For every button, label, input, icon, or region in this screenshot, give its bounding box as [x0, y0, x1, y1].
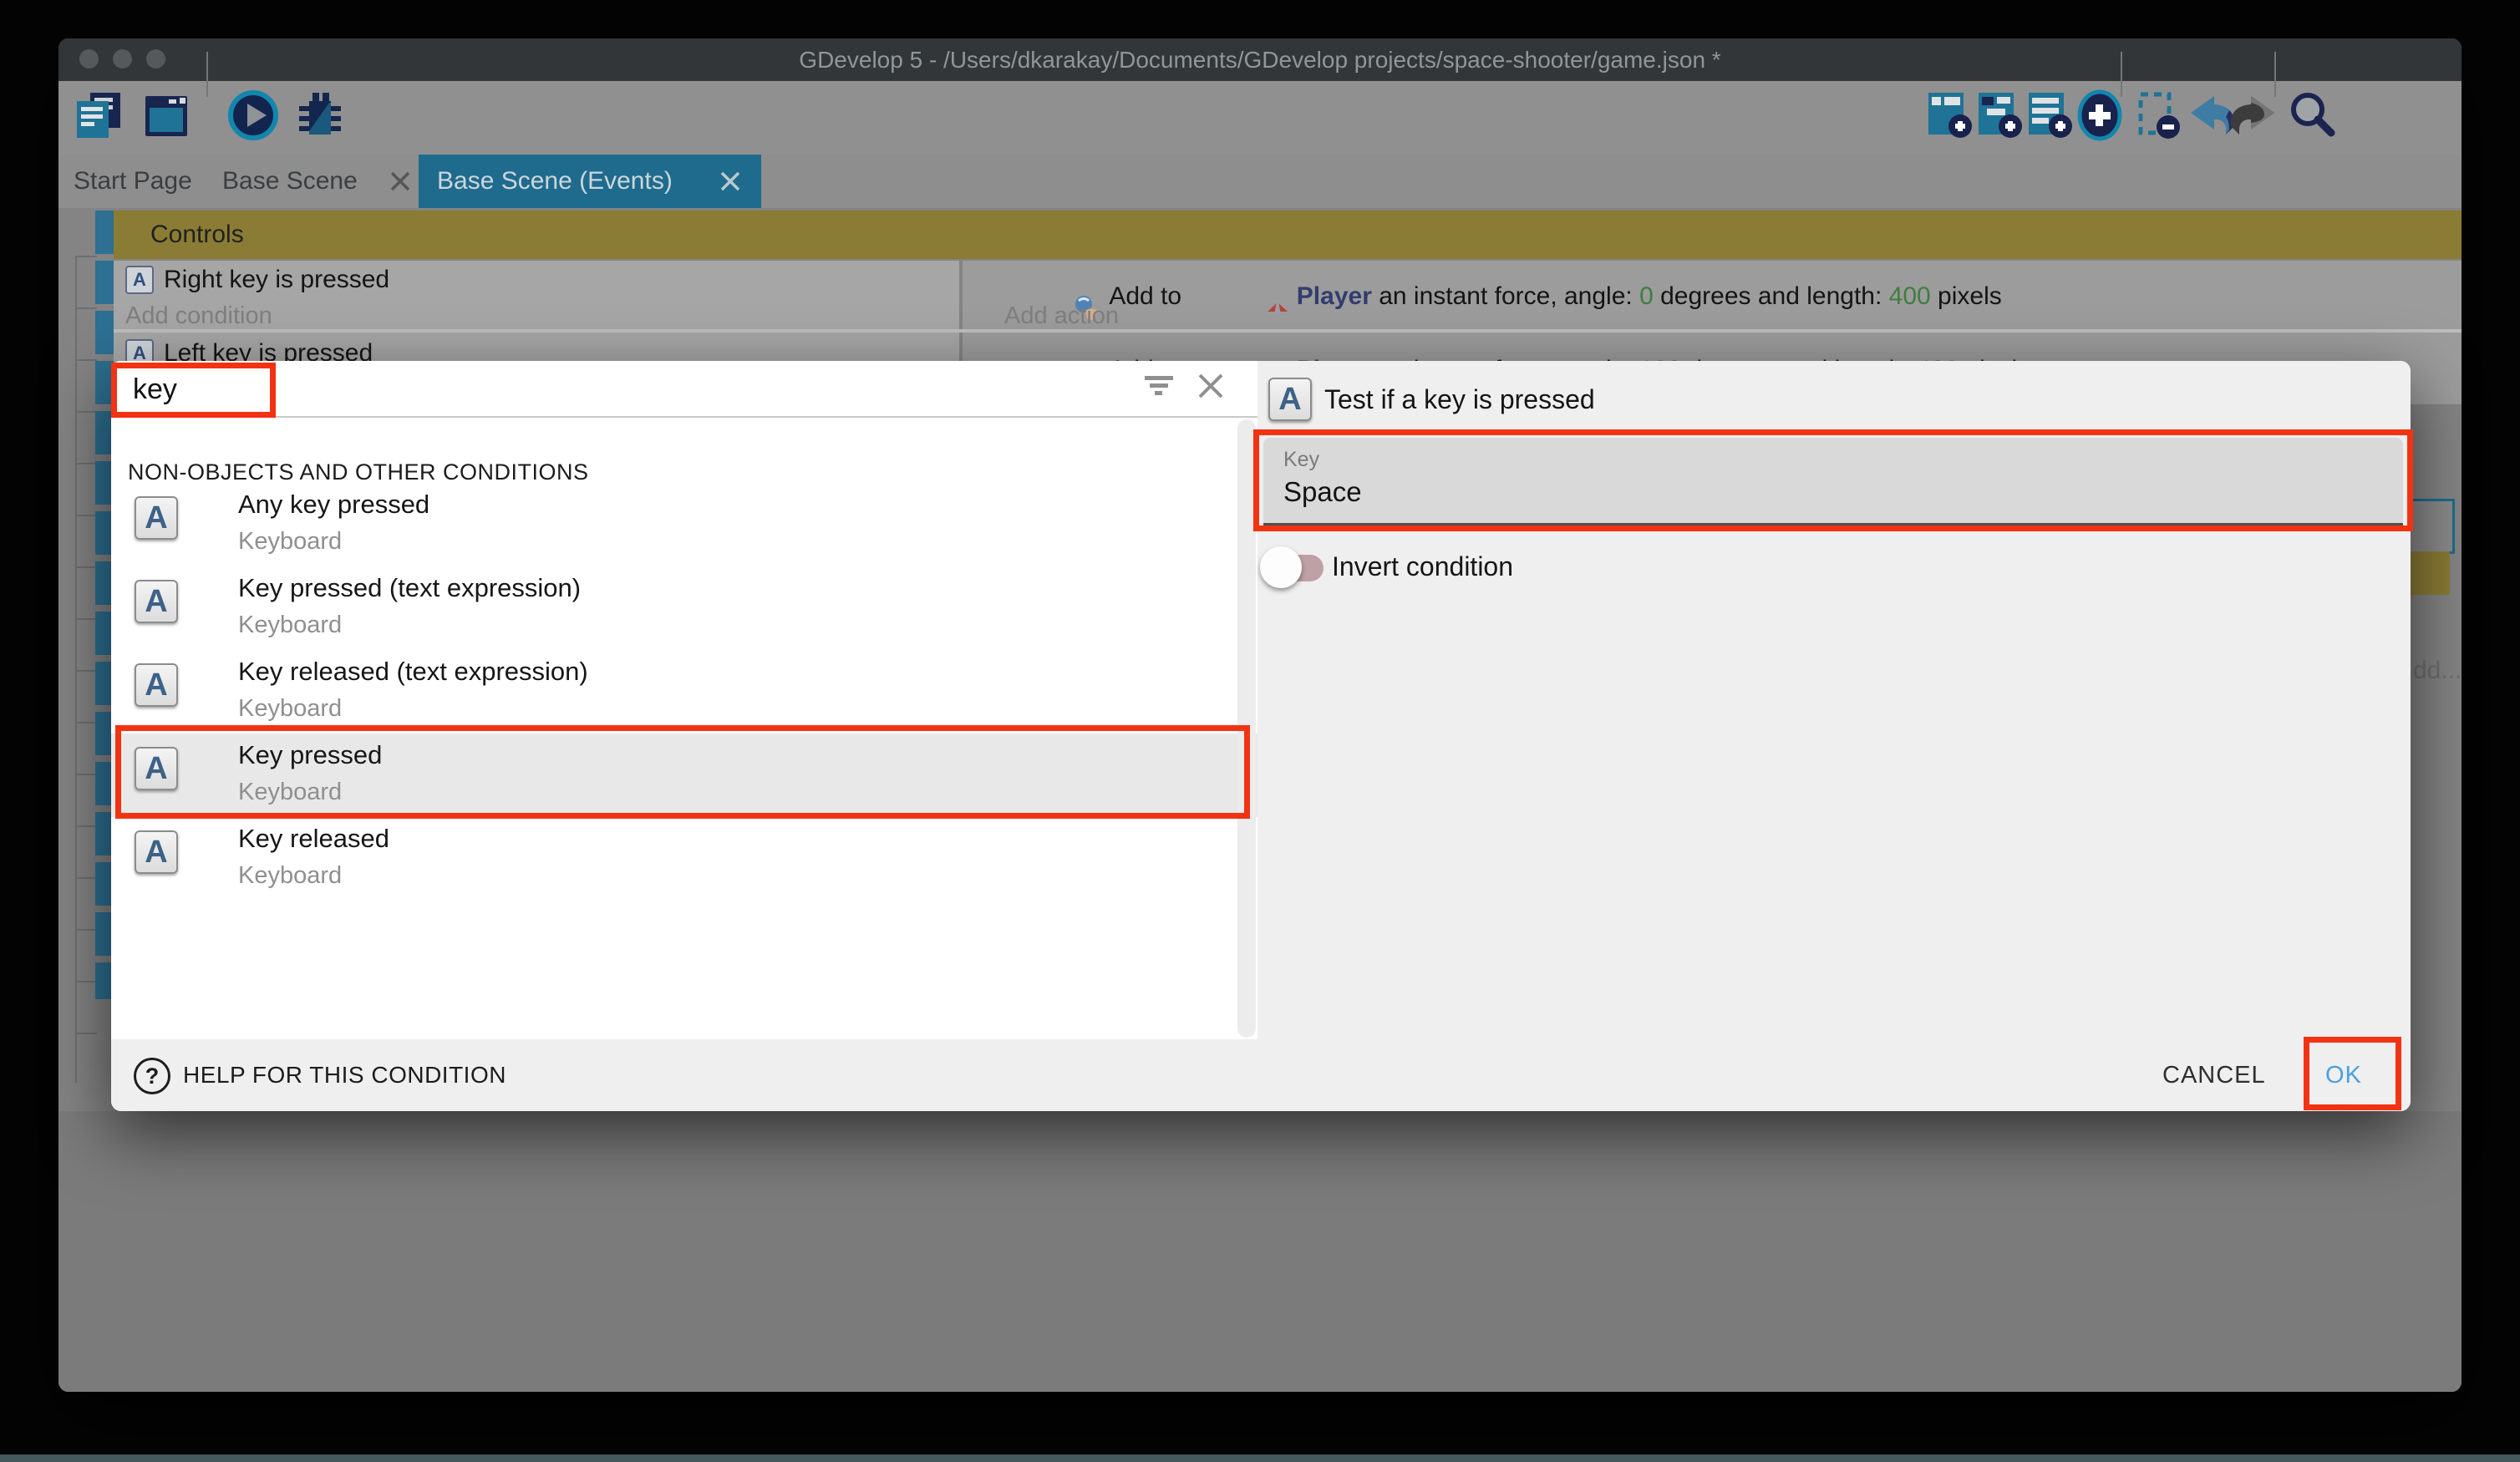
list-item-any-key-pressed[interactable]: A Any key pressed Keyboard: [111, 483, 1257, 566]
toolbar-divider: [206, 52, 208, 97]
toolbar-divider: [2121, 52, 2122, 97]
help-link[interactable]: HELP FOR THIS CONDITION: [183, 1062, 506, 1089]
list-item-subtitle: Keyboard: [238, 862, 342, 890]
window-title: GDevelop 5 - /Users/dkarakay/Documents/G…: [58, 38, 2462, 81]
condition-list-panel: NON-OBJECTS AND OTHER CONDITIONS A Any k…: [111, 361, 1257, 1039]
close-tab-icon[interactable]: [388, 169, 413, 194]
scene-editor-icon: [139, 88, 194, 147]
keyboard-icon: A: [135, 580, 178, 623]
list-item-key-pressed-text-expression[interactable]: A Key pressed (text expression) Keyboard: [111, 566, 1257, 650]
debug-button[interactable]: [291, 88, 349, 146]
action-suffix: pixels: [1931, 282, 2002, 311]
list-item-key-released-text-expression[interactable]: A Key released (text expression) Keyboar…: [111, 650, 1257, 734]
search-button[interactable]: [2283, 88, 2341, 146]
annotation-box-key-field: [1253, 429, 2413, 531]
event-action-cell: Add to Player an instant force, angle: 0…: [963, 261, 2462, 329]
action-object: Player: [1297, 282, 1372, 311]
action-mid1: an instant force, angle:: [1372, 282, 1639, 311]
add-circle-icon: [2072, 88, 2127, 147]
list-item-subtitle: Keyboard: [238, 612, 342, 639]
redo-icon: [2229, 88, 2284, 147]
annotation-box-ok: [2304, 1037, 2401, 1110]
condition-title: Test if a key is pressed: [1324, 384, 1595, 415]
close-tab-icon[interactable]: [718, 169, 743, 194]
list-item-title: Key released: [238, 824, 389, 854]
event-group-label: Controls: [150, 211, 244, 259]
add-condition-link[interactable]: Add condition: [125, 302, 272, 330]
action-mid2: degrees and length:: [1654, 282, 1889, 311]
redo-button[interactable]: [2228, 88, 2286, 146]
tab-base-scene[interactable]: Base Scene: [222, 155, 413, 208]
project-manager-button[interactable]: [70, 88, 129, 146]
tab-label: Base Scene (Events): [437, 155, 673, 208]
search-icon: [2284, 88, 2340, 147]
list-item-title: Key released (text expression): [238, 657, 588, 687]
desktop-edge: [0, 1454, 2520, 1462]
list-item-subtitle: Keyboard: [238, 695, 342, 723]
play-button[interactable]: [224, 88, 282, 146]
add-action-link[interactable]: Add action: [1004, 302, 1119, 330]
cancel-button[interactable]: CANCEL: [2162, 1062, 2266, 1089]
toolbar-divider: [2274, 52, 2276, 97]
debug-icon: [292, 88, 348, 147]
play-icon: [226, 88, 281, 147]
keyboard-icon: A: [135, 663, 178, 707]
keyboard-icon: A: [125, 266, 154, 294]
scene-editor-button[interactable]: [137, 88, 196, 146]
tab-label: Start Page: [74, 167, 192, 195]
dialog-footer: ? HELP FOR THIS CONDITION CANCEL OK: [111, 1039, 2411, 1111]
event-condition-cell: A Right key is pressed Add condition: [114, 261, 959, 329]
annotation-box-key-pressed: [115, 725, 1250, 819]
screen: GDevelop 5 - /Users/dkarakay/Documents/G…: [0, 0, 2520, 1462]
events-sheet-empty-area: [58, 1111, 2462, 1392]
toggle-thumb[interactable]: [1260, 546, 1302, 588]
search-bar: [111, 361, 1257, 418]
action-line[interactable]: Add to Player an instant force, angle: 0…: [1004, 266, 2002, 327]
keyboard-icon: A: [135, 496, 178, 540]
invert-condition-label: Invert condition: [1332, 551, 1513, 582]
minimize-window-button[interactable]: [113, 49, 132, 69]
close-icon: [1195, 370, 1227, 406]
list-item-title: Any key pressed: [238, 490, 429, 520]
action-angle: 0: [1639, 282, 1654, 311]
player-object-icon: [1195, 267, 1289, 327]
condition-line[interactable]: A Right key is pressed: [125, 266, 389, 294]
event-group-header[interactable]: Controls: [114, 211, 2462, 259]
close-dialog-button[interactable]: [1192, 369, 1229, 406]
filter-icon: [1143, 373, 1175, 404]
annotation-box-search: [111, 363, 276, 418]
truncated-add-link: dd...: [2413, 657, 2462, 685]
filter-button[interactable]: [1141, 369, 1177, 406]
action-length: 400: [1889, 282, 1931, 311]
close-window-button[interactable]: [79, 49, 99, 69]
tab-base-scene-events[interactable]: Base Scene (Events): [419, 155, 761, 208]
keyboard-icon: A: [135, 830, 178, 874]
condition-text: Right key is pressed: [164, 266, 389, 294]
event-tree-lines: [75, 256, 97, 1083]
add-event-icon: [1923, 88, 1979, 147]
list-item-subtitle: Keyboard: [238, 528, 342, 556]
tab-start-page[interactable]: Start Page: [74, 155, 192, 208]
tab-label: Base Scene: [222, 155, 358, 208]
list-item-key-released[interactable]: A Key released Keyboard: [111, 817, 1257, 901]
list-item-title: Key pressed (text expression): [238, 573, 581, 603]
section-header: NON-OBJECTS AND OTHER CONDITIONS: [128, 459, 589, 485]
help-icon[interactable]: ?: [134, 1058, 170, 1094]
keyboard-icon: A: [1268, 378, 1312, 421]
zoom-window-button[interactable]: [146, 49, 165, 69]
project-manager-icon: [72, 88, 127, 147]
add-subevent-icon: [1974, 88, 2029, 147]
action-prefix: Add to: [1109, 282, 1188, 311]
